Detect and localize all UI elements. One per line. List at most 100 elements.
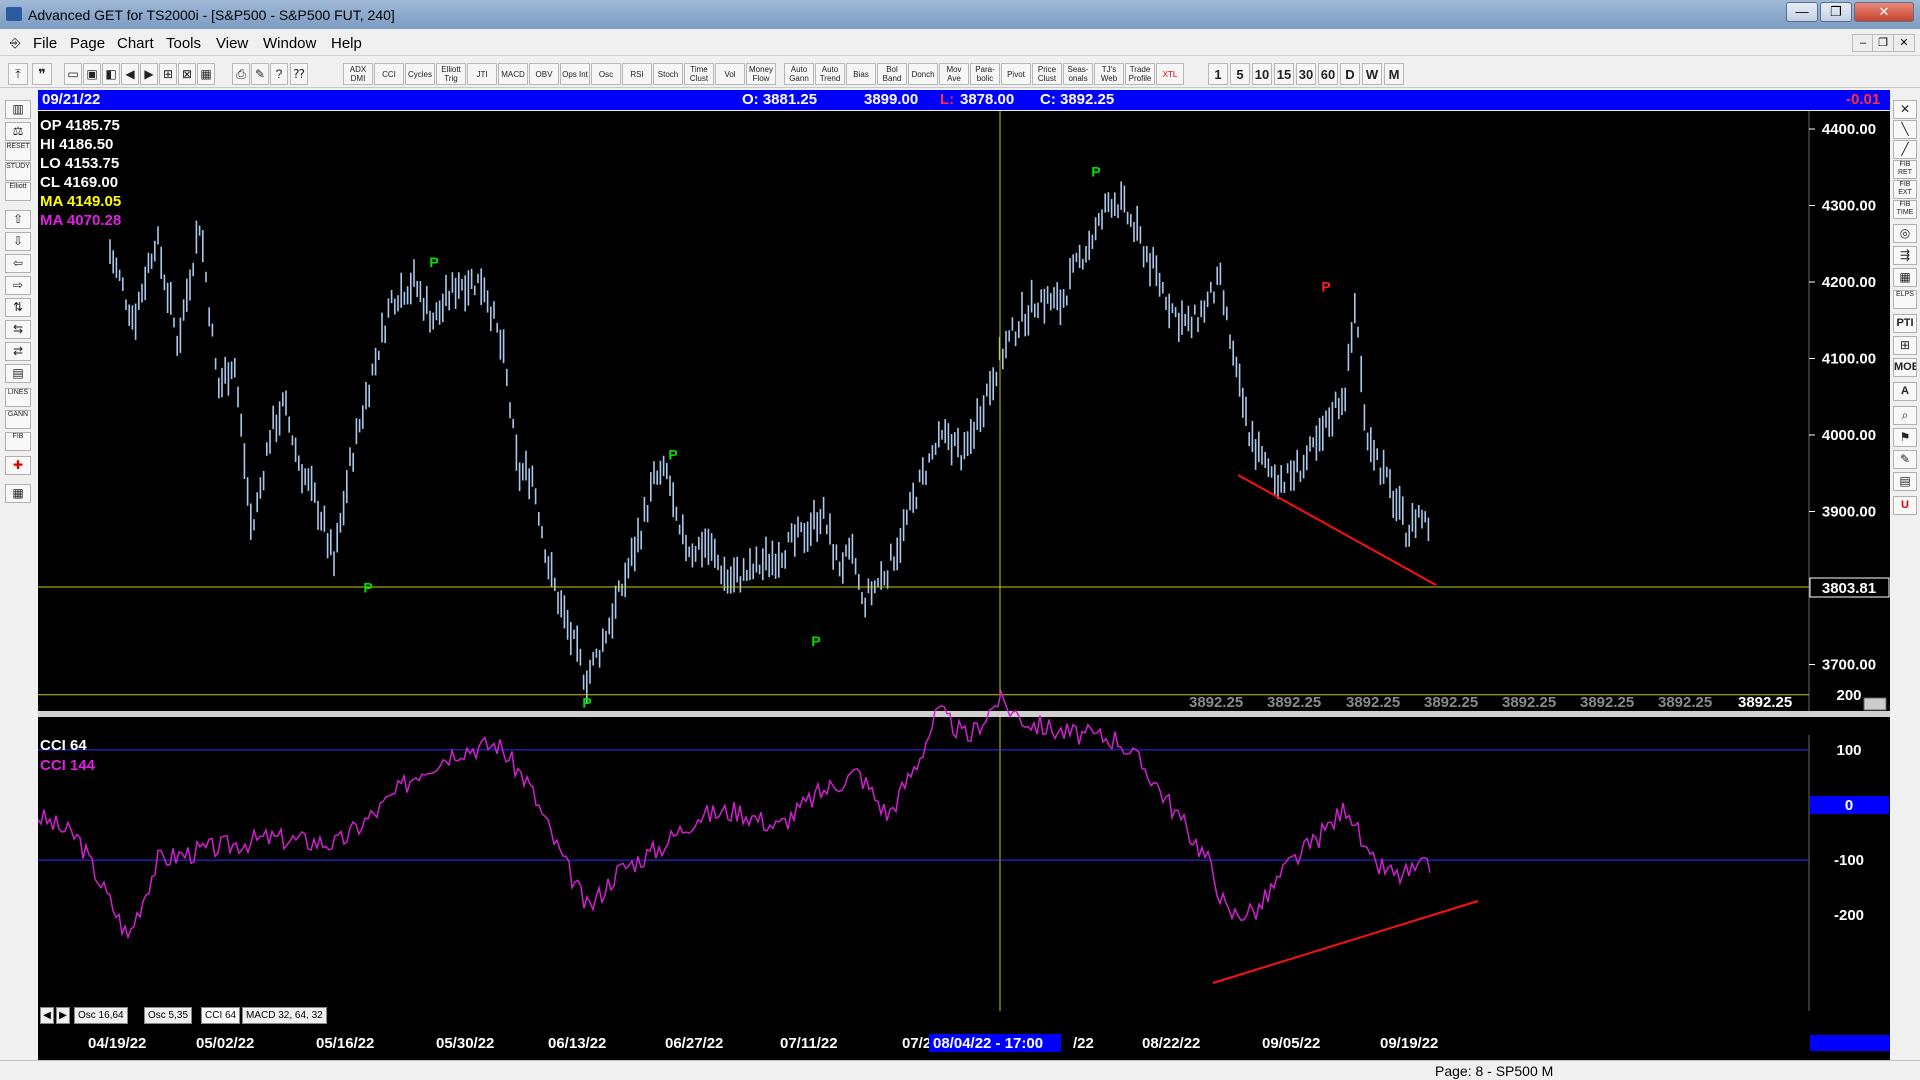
- study-button-cci[interactable]: CCI: [374, 63, 404, 85]
- tab-cci-64[interactable]: CCI 64: [201, 1007, 241, 1024]
- ellipse-button[interactable]: ELPS: [1893, 290, 1917, 309]
- fib-extension-button[interactable]: FIB EXT: [1893, 180, 1917, 199]
- study-button-vol[interactable]: Vol: [715, 63, 745, 85]
- study-button-auto-trend[interactable]: Auto Trend: [815, 63, 845, 85]
- maximize-button[interactable]: ❐: [1820, 2, 1852, 22]
- tab-osc-5-35[interactable]: Osc 5,35: [144, 1007, 193, 1024]
- interval-button-w[interactable]: W: [1362, 63, 1382, 85]
- fib-retracement-button[interactable]: FIB RET: [1893, 160, 1917, 179]
- gann-button[interactable]: GANN: [5, 410, 31, 429]
- study-button-mov-ave[interactable]: Mov Ave: [939, 63, 969, 85]
- quote-tool-icon[interactable]: ❞: [32, 63, 52, 85]
- price-trendline[interactable]: [1237, 474, 1437, 586]
- move-up-icon[interactable]: ⇧: [5, 210, 31, 229]
- layout-icon[interactable]: ▦: [197, 63, 215, 85]
- study-button-bias[interactable]: Bias: [846, 63, 876, 85]
- menu-chart[interactable]: Chart: [117, 35, 154, 52]
- elliott-button[interactable]: Elliott: [5, 182, 31, 201]
- open-page-icon[interactable]: ▣: [83, 63, 101, 85]
- cabinet-icon[interactable]: ▦: [5, 484, 31, 503]
- tab-scroll-right-icon[interactable]: ▶: [56, 1007, 70, 1024]
- list-icon[interactable]: ▤: [1893, 472, 1917, 491]
- circle-tool-icon[interactable]: ◎: [1893, 224, 1917, 243]
- new-page-icon[interactable]: ▭: [64, 63, 82, 85]
- tab-macd[interactable]: MACD 32, 64, 32: [242, 1007, 327, 1024]
- interval-button-60[interactable]: 60: [1318, 63, 1338, 85]
- interval-button-1[interactable]: 1: [1208, 63, 1228, 85]
- marker-icon[interactable]: ⚑: [1893, 428, 1917, 447]
- fan-tool-icon[interactable]: ⇶: [1893, 246, 1917, 265]
- study-button-obv[interactable]: OBV: [529, 63, 559, 85]
- move-down-icon[interactable]: ⇩: [5, 232, 31, 251]
- study-button-para-bolic[interactable]: Para-bolic: [970, 63, 1000, 85]
- menu-help[interactable]: Help: [331, 35, 362, 52]
- zoom-icon[interactable]: ⊞: [159, 63, 177, 85]
- study-button-time-clust[interactable]: Time Clust: [684, 63, 714, 85]
- compress-horizontal-icon[interactable]: ⇆: [5, 320, 31, 339]
- study-button-trade-profile[interactable]: Trade Profile: [1125, 63, 1155, 85]
- pti-button[interactable]: PTI: [1893, 314, 1917, 333]
- study-button-elliott-trig[interactable]: Elliott Trig: [436, 63, 466, 85]
- chart-canvas[interactable]: P P P P P P P 4400.00 4300.00 4200.00 4100.00 4000…: [38, 111, 1890, 1064]
- save-page-icon[interactable]: ◧: [102, 63, 120, 85]
- compress-vertical-icon[interactable]: ⇅: [5, 298, 31, 317]
- study-button-rsi[interactable]: RSI: [622, 63, 652, 85]
- scroll-right-icon[interactable]: ▶: [140, 63, 158, 85]
- mdi-minimize-button[interactable]: –: [1852, 34, 1874, 52]
- undo-button[interactable]: U: [1893, 496, 1917, 515]
- help-pointer-icon[interactable]: ?: [270, 63, 288, 85]
- study-button-ops-int[interactable]: Ops Int: [560, 63, 590, 85]
- move-left-icon[interactable]: ⇦: [5, 254, 31, 273]
- brush-icon[interactable]: ✎: [251, 63, 269, 85]
- pane-divider[interactable]: [38, 711, 1890, 717]
- interval-button-d[interactable]: D: [1340, 63, 1360, 85]
- lines-button[interactable]: LINES: [5, 388, 31, 407]
- line-tool-icon[interactable]: ╲: [1893, 120, 1917, 139]
- study-button-macd[interactable]: MACD: [498, 63, 528, 85]
- study-button-money-flow[interactable]: Money Flow: [746, 63, 776, 85]
- interval-button-5[interactable]: 5: [1230, 63, 1250, 85]
- study-button-adx-dmi[interactable]: ADX DMI: [343, 63, 373, 85]
- study-button-price-clust[interactable]: Price Clust: [1032, 63, 1062, 85]
- grid-tool-icon[interactable]: ▦: [1893, 268, 1917, 287]
- pointer-tool-icon[interactable]: ⤒: [8, 63, 28, 85]
- fib-button[interactable]: FIB: [5, 432, 31, 451]
- context-help-icon[interactable]: ⁇: [290, 63, 308, 85]
- page-tool-icon[interactable]: ▥: [5, 100, 31, 119]
- fib-time-button[interactable]: FIB TIME: [1893, 200, 1917, 219]
- print-icon[interactable]: ⎙: [232, 63, 250, 85]
- chart-area[interactable]: P P P P P P P 4400.00 4300.00 4200.00 4100.00 4000…: [38, 111, 1890, 1064]
- delete-tool-icon[interactable]: ✕: [1893, 100, 1917, 119]
- scale-tool-icon[interactable]: ⚖: [5, 122, 31, 141]
- ray-tool-icon[interactable]: ╱: [1893, 140, 1917, 159]
- mdi-close-button[interactable]: ✕: [1893, 34, 1915, 52]
- interval-button-m[interactable]: M: [1384, 63, 1404, 85]
- close-button[interactable]: ✕: [1854, 2, 1914, 22]
- crosshair-icon[interactable]: ✚: [5, 456, 31, 475]
- scroll-left-icon[interactable]: ◀: [121, 63, 139, 85]
- menu-tools[interactable]: Tools: [166, 35, 201, 52]
- study-button-bol-band[interactable]: Bol Band: [877, 63, 907, 85]
- study-button-donch[interactable]: Donch: [908, 63, 938, 85]
- tab-osc-16-64[interactable]: Osc 16,64: [74, 1007, 128, 1024]
- interval-button-15[interactable]: 15: [1274, 63, 1294, 85]
- menu-page[interactable]: Page: [70, 35, 105, 52]
- study-button-seas-onals[interactable]: Seas-onals: [1063, 63, 1093, 85]
- study-button-tj-s-web[interactable]: TJ's Web: [1094, 63, 1124, 85]
- cci-trendline[interactable]: [1212, 900, 1479, 984]
- study-button-osc[interactable]: Osc: [591, 63, 621, 85]
- mdi-restore-button[interactable]: ❐: [1872, 34, 1894, 52]
- box-tool-icon[interactable]: ⊞: [1893, 336, 1917, 355]
- study-button[interactable]: STUDY: [5, 162, 31, 181]
- study-button-pivot[interactable]: Pivot: [1001, 63, 1031, 85]
- move-right-icon[interactable]: ⇨: [5, 276, 31, 295]
- pencil-icon[interactable]: ✎: [1893, 450, 1917, 469]
- text-tool-button[interactable]: A: [1893, 382, 1917, 401]
- study-button-jti[interactable]: JTI: [467, 63, 497, 85]
- menu-file[interactable]: File: [33, 35, 57, 52]
- menu-window[interactable]: Window: [263, 35, 316, 52]
- study-button-auto-gann[interactable]: Auto Gann: [784, 63, 814, 85]
- reset-button[interactable]: RESET: [5, 142, 31, 161]
- mob-button[interactable]: MOB: [1893, 358, 1917, 377]
- tab-scroll-left-icon[interactable]: ◀: [40, 1007, 54, 1024]
